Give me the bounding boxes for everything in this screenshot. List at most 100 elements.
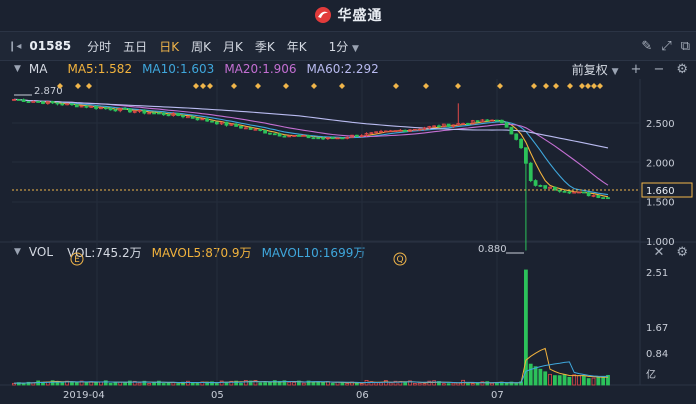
volume-bar <box>388 382 393 386</box>
candle-body <box>282 135 287 138</box>
volume-bar <box>470 383 475 386</box>
price-axis-label: 2.000 <box>646 158 675 169</box>
volume-bar <box>70 381 74 386</box>
candle-body <box>156 112 161 115</box>
volume-bar <box>374 382 379 386</box>
volume-bar <box>292 382 296 386</box>
candle-body <box>36 101 41 103</box>
candle-body <box>142 109 147 114</box>
candle-body <box>528 162 533 181</box>
candle-body <box>538 185 543 187</box>
candle-body <box>190 116 195 119</box>
candle-body <box>330 137 335 140</box>
volume-bar <box>548 373 552 386</box>
volume-bar <box>586 378 591 386</box>
volume-bar <box>567 376 572 386</box>
candle-body <box>205 118 210 122</box>
candle-body <box>214 121 219 125</box>
volume-bar <box>123 382 127 386</box>
volume-bar <box>195 383 200 386</box>
volume-bar <box>528 363 533 386</box>
volume-bar <box>171 382 176 386</box>
volume-bar <box>596 376 601 386</box>
candle-body <box>277 133 282 137</box>
candle-body <box>340 137 345 140</box>
vol-axis-label: 2.51 <box>646 268 668 279</box>
volume-bar <box>345 383 350 386</box>
kline-chart[interactable]: 2.500 2.000 1.500 1.000 2.870 0.880 1.660 E Q 2.5… <box>0 0 696 404</box>
candle-body <box>316 137 321 140</box>
candle-body <box>268 132 272 135</box>
candle-body <box>562 190 567 193</box>
volume-bar <box>577 375 581 386</box>
candle-body <box>55 102 60 105</box>
candle-body <box>176 113 181 117</box>
volume-bar <box>591 377 596 386</box>
volume-bar <box>321 382 325 386</box>
candle-body <box>499 119 504 124</box>
volume-bar <box>161 383 166 386</box>
price-axis-label: 1.500 <box>646 198 675 209</box>
volume-bar <box>441 383 446 386</box>
volume-bar <box>552 375 557 386</box>
candle-body <box>248 127 253 130</box>
candle-body <box>495 119 499 122</box>
volume-bar <box>214 383 219 386</box>
volume-bar <box>543 371 548 386</box>
volume-bar <box>94 381 98 386</box>
candle-body <box>234 123 239 127</box>
volume-bar <box>84 382 89 386</box>
candle-body <box>263 130 268 134</box>
candle-body <box>74 104 79 108</box>
main-panel-bg <box>0 79 696 242</box>
high-price-label: 2.870 <box>34 86 63 97</box>
candle-body <box>103 107 108 110</box>
candle-body <box>166 114 171 117</box>
volume-bar <box>330 383 335 386</box>
vol-axis-label: 1.67 <box>646 323 668 334</box>
volume-bar <box>533 366 538 386</box>
candle-body <box>60 103 65 106</box>
candle-body <box>41 101 45 104</box>
candle-body <box>311 137 316 140</box>
volume-bar <box>451 382 456 386</box>
candle-body <box>152 112 156 115</box>
candle-body <box>519 139 523 149</box>
volume-bar <box>74 382 79 386</box>
price-axis-label: 2.500 <box>646 119 675 130</box>
date-axis-label: 06 <box>356 390 369 401</box>
candle-body <box>258 128 263 131</box>
candle-body <box>306 134 311 139</box>
candle-body <box>272 133 277 136</box>
candle-body <box>161 112 166 116</box>
candle-body <box>596 194 601 198</box>
volume-bar <box>21 382 26 386</box>
volume-bar <box>108 382 113 386</box>
event-marker-label: E <box>74 255 80 265</box>
volume-bar <box>466 383 470 386</box>
volume-bar <box>581 375 586 386</box>
event-marker-label: Q <box>396 255 403 265</box>
volume-bar <box>422 383 427 386</box>
candle-body <box>581 191 586 194</box>
volume-bar <box>562 374 567 386</box>
date-axis-label: 05 <box>211 390 224 401</box>
volume-bar <box>379 382 383 386</box>
candle-body <box>16 99 21 101</box>
candle-body <box>403 129 408 132</box>
candle-body <box>524 147 528 164</box>
candle-body <box>354 134 359 137</box>
candle-body <box>437 125 441 128</box>
volume-bar <box>60 382 65 386</box>
volume-bar <box>490 382 494 386</box>
candle-body <box>586 192 591 197</box>
volume-bar <box>243 380 248 386</box>
candle-body <box>210 120 214 123</box>
candle-body <box>466 123 470 125</box>
candle-body <box>84 105 89 108</box>
volume-bar <box>475 382 480 386</box>
volume-bar <box>417 382 422 386</box>
volume-bar <box>557 375 562 386</box>
candle-body <box>567 191 572 194</box>
volume-bar <box>412 383 417 386</box>
